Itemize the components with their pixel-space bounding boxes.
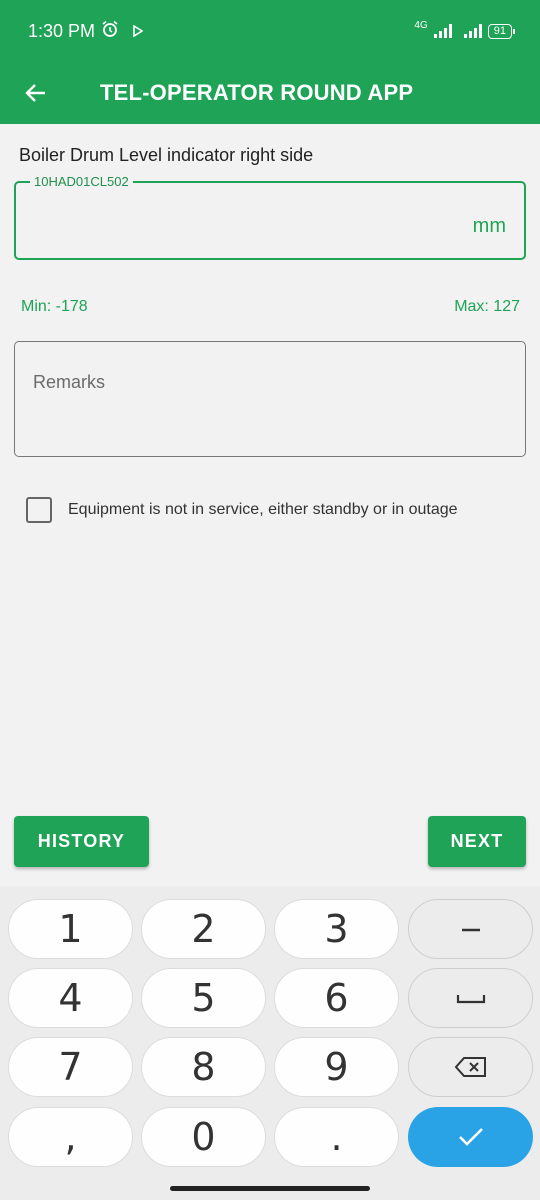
key-period[interactable]: . — [274, 1107, 399, 1167]
key-2[interactable]: 2 — [141, 899, 266, 959]
key-1[interactable]: 1 — [8, 899, 133, 959]
battery-icon: 91 — [487, 23, 516, 39]
key-comma[interactable]: , — [8, 1107, 133, 1167]
key-6[interactable]: 6 — [274, 968, 399, 1028]
field-title: Boiler Drum Level indicator right side — [19, 145, 314, 165]
status-left: 1:30 PM — [28, 20, 144, 43]
key-7[interactable]: 7 — [8, 1037, 133, 1097]
signal-icon — [433, 24, 452, 38]
back-button[interactable] — [0, 62, 72, 124]
minus-key[interactable] — [408, 899, 533, 959]
out-of-service-row[interactable]: Equipment is not in service, either stan… — [26, 497, 458, 523]
checkmark-icon — [458, 1128, 483, 1146]
signal-icon — [463, 24, 482, 38]
done-key[interactable] — [408, 1107, 533, 1167]
space-icon — [456, 995, 485, 1004]
network-type: 4G — [414, 19, 428, 31]
max-value: Max: 127 — [454, 298, 520, 315]
unit-label: mm — [472, 215, 506, 237]
backspace-icon — [454, 1057, 486, 1077]
remarks-input[interactable] — [14, 341, 526, 457]
key-8[interactable]: 8 — [141, 1037, 266, 1097]
space-key[interactable] — [408, 968, 533, 1028]
out-of-service-checkbox[interactable] — [26, 497, 52, 523]
home-indicator[interactable] — [170, 1186, 370, 1191]
key-3[interactable]: 3 — [274, 899, 399, 959]
numeric-keyboard: 1 2 3 4 5 6 7 8 9 , 0 . — [0, 886, 540, 1200]
play-icon — [133, 21, 144, 42]
minus-icon — [461, 928, 480, 932]
arrow-left-icon — [25, 84, 45, 102]
value-field[interactable]: 10HAD01CL502 mm — [14, 174, 526, 260]
alarm-icon — [101, 20, 119, 43]
key-5[interactable]: 5 — [141, 968, 266, 1028]
key-4[interactable]: 4 — [8, 968, 133, 1028]
key-9[interactable]: 9 — [274, 1037, 399, 1097]
tag-label: 10HAD01CL502 — [30, 174, 133, 189]
app-title: TEL-OPERATOR ROUND APP — [100, 80, 414, 105]
app-bar: TEL-OPERATOR ROUND APP — [0, 62, 540, 124]
status-bar: 1:30 PM 4G 91 — [0, 0, 540, 62]
checkbox-label: Equipment is not in service, either stan… — [68, 501, 458, 518]
status-time: 1:30 PM — [28, 20, 96, 41]
key-0[interactable]: 0 — [141, 1107, 266, 1167]
min-value: Min: -178 — [21, 298, 88, 315]
next-button[interactable]: NEXT — [428, 816, 526, 867]
status-right: 4G 91 — [414, 20, 516, 39]
backspace-key[interactable] — [408, 1037, 533, 1097]
value-input[interactable] — [30, 205, 460, 245]
history-button[interactable]: HISTORY — [14, 816, 149, 867]
